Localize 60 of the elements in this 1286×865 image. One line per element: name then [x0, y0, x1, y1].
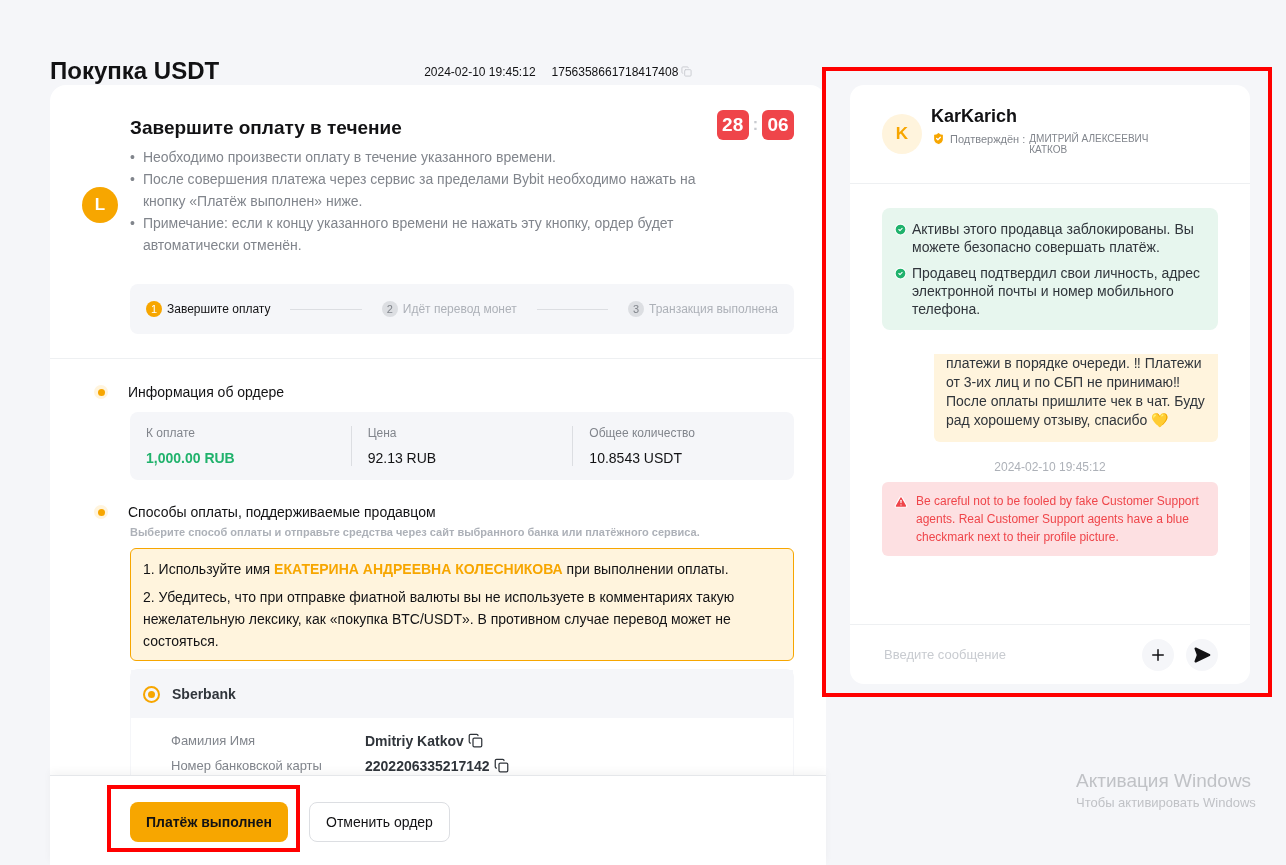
- section-title: Информация об ордере: [128, 384, 285, 400]
- warning-text: Be careful not to be fooled by fake Customer Support agents. Real Customer Support agents have a blue checkmark next to their profile picture.: [916, 493, 1200, 546]
- step-number: 2: [381, 301, 398, 317]
- seller-name: KarKarich: [931, 105, 1019, 127]
- info-label: Цена: [367, 426, 398, 440]
- info-label: К оплате: [146, 426, 196, 440]
- bullet-mark: •: [130, 214, 135, 233]
- verified-name: ДМИТРИЙ АЛЕКСЕЕВИЧ КАТКОВ: [1029, 132, 1150, 155]
- step-number: 1: [146, 301, 162, 317]
- timer-title: Завершите оплату в течение: [130, 117, 402, 139]
- section-hint: Выберите способ оплаты и отправьте средства через сайт выбранного банка или платёжного сервиса.: [130, 526, 701, 538]
- page-title: Покупка USDT: [50, 57, 220, 85]
- copy-icon[interactable]: [467, 733, 483, 748]
- copy-icon[interactable]: [493, 758, 509, 773]
- bullet-mark: •: [130, 170, 135, 189]
- avatar: L: [82, 187, 118, 223]
- step-label: Транзакция выполнена: [649, 302, 778, 316]
- timer-seconds: 06: [762, 110, 794, 140]
- payment-method-name: Sberbank: [172, 686, 236, 702]
- instruction-text: Необходимо произвести оплату в течение указанного времени.: [142, 148, 556, 167]
- section-dot: [94, 505, 108, 519]
- section-title: Способы оплаты, поддерживаемые продавцом: [128, 504, 436, 520]
- timer-separator: :: [752, 116, 758, 134]
- payment-done-button[interactable]: Платёж выполнен: [130, 802, 288, 842]
- message-time: 2024-02-10 19:45:12: [993, 460, 1107, 474]
- seller-avatar: K: [882, 114, 922, 154]
- send-icon: [1193, 645, 1211, 664]
- shield-check-icon: [931, 130, 946, 146]
- step-label: Идёт перевод монет: [402, 302, 517, 316]
- detail-value: Dmitriy Katkov: [365, 732, 464, 749]
- timer-minutes: 28: [716, 110, 749, 140]
- instruction-text: После совершения платежа через сервис за пределами Bybit необходимо нажать на кнопку «Платёж выполнен» ниже.: [142, 170, 697, 211]
- chat-message: платежи в порядке очереди. ‼ Платежи от 3-их лиц и по СБП не принимаю‼ После оплаты пришлите чек в чат. Буду рад хорошему отзыву, спасибо 💛: [934, 354, 1218, 442]
- step-number: 3: [628, 301, 645, 317]
- warning-icon: [894, 495, 908, 509]
- send-button[interactable]: [1186, 638, 1218, 671]
- info-value: 92.13 RUB: [367, 450, 438, 466]
- instruction-text: Примечание: если к концу указанного времени не нажать эту кнопку, ордер будет автоматически отменён.: [142, 214, 675, 255]
- notice-text: 1. Используйте имя ЕКАТЕРИНА АНДРЕЕВНА КОЛЕСНИКОВА при выполнении оплаты.: [143, 560, 730, 579]
- bullet-mark: •: [130, 148, 135, 167]
- section-dot: [94, 385, 108, 399]
- safety-text: Продавец подтвердил свои личность, адрес электронной почты и номер мобильного телефона.: [912, 264, 1202, 318]
- check-circle-icon: [894, 223, 907, 236]
- order-id: 1756358661718417408: [551, 65, 679, 81]
- info-label: Общее количество: [589, 426, 696, 440]
- safety-text: Активы этого продавца заблокированы. Вы можете безопасно совершать платёж.: [912, 220, 1195, 256]
- attach-button[interactable]: [1142, 638, 1174, 671]
- notice-text: 2. Убедитесь, что при отправке фиатной валюты вы не используете в комментариях такую нежелательную лексику, как «покупка BTC/USDT». В противном случае перевод может не состояться.: [143, 588, 736, 651]
- radio-button[interactable]: [143, 685, 160, 703]
- detail-value: 2202206335217142: [365, 757, 490, 774]
- verified-label: Подтверждён :: [950, 132, 1026, 145]
- cancel-order-button[interactable]: Отменить ордер: [309, 802, 450, 842]
- step-label: Завершите оплату: [167, 302, 271, 316]
- detail-label: Номер банковской карты: [171, 758, 323, 773]
- info-value: 10.8543 USDT: [589, 450, 683, 466]
- payment-method-header[interactable]: Sberbank: [131, 670, 793, 718]
- detail-label: Фамилия Имя: [171, 733, 257, 748]
- check-circle-icon: [894, 267, 907, 280]
- info-value: 1,000.00 RUB: [146, 450, 236, 466]
- order-time: 2024-02-10 19:45:12: [424, 65, 536, 81]
